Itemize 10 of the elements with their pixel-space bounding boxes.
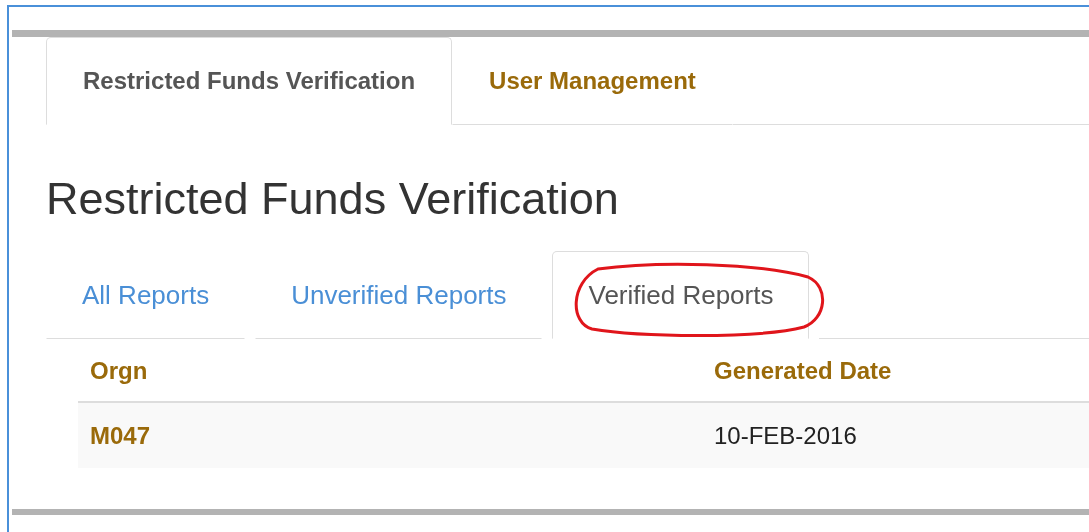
table-cell: M047 — [78, 402, 702, 468]
table-cell: 10-FEB-2016 — [702, 402, 1089, 468]
report-tab[interactable]: Unverified Reports — [255, 251, 543, 339]
column-header: Orgn — [78, 339, 702, 402]
nav-tab[interactable]: Restricted Funds Verification — [46, 37, 453, 125]
page-title: Restricted Funds Verification — [46, 172, 620, 226]
report-tab[interactable]: All Reports — [46, 251, 246, 339]
nav-tab[interactable]: User Management — [452, 37, 733, 125]
column-header: Generated Date — [702, 339, 1089, 402]
report-tab[interactable]: Verified Reports — [552, 251, 810, 339]
